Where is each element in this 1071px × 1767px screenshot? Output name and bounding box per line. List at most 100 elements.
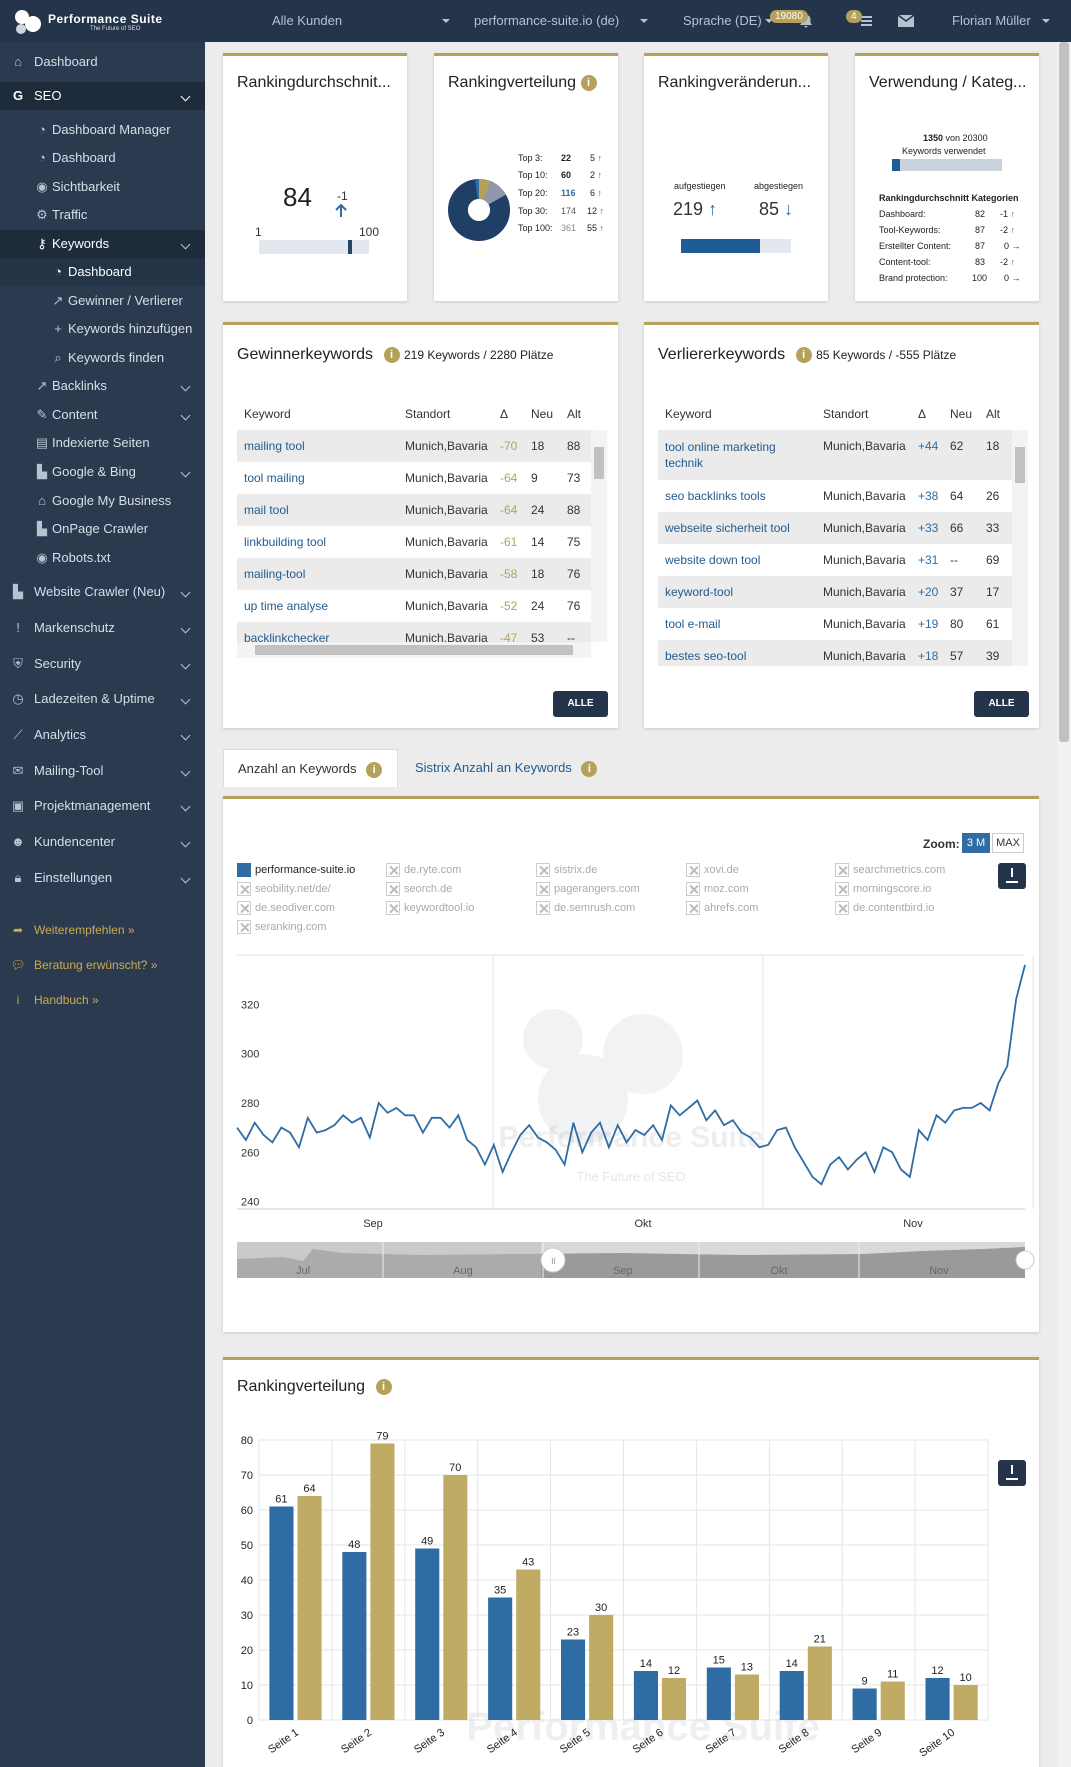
table-row[interactable]: webseite sicherheit tool Munich,Bavaria +3… — [658, 512, 1012, 544]
losers-all-button[interactable]: ALLE — [974, 691, 1029, 717]
bar[interactable] — [880, 1681, 905, 1721]
column-header[interactable]: Neu — [950, 407, 972, 421]
page-scrollbar-thumb[interactable] — [1059, 42, 1069, 742]
legend-item[interactable]: de.seodiver.com — [237, 901, 335, 915]
legend-item[interactable]: seorch.de — [386, 882, 452, 896]
sidebar-item-kundencenter[interactable]: ☻ Kundencenter — [0, 828, 205, 856]
keyword-link[interactable]: website down tool — [665, 553, 760, 567]
bar[interactable] — [297, 1496, 322, 1720]
user-menu[interactable]: Florian Müller — [952, 13, 1031, 28]
legend-item[interactable]: seobility.net/de/ — [237, 882, 331, 896]
legend-item[interactable]: sistrix.de — [536, 863, 597, 877]
keyword-link[interactable]: bestes seo-tool — [665, 649, 746, 663]
scrollbar-thumb[interactable] — [594, 447, 604, 479]
bar[interactable] — [734, 1674, 759, 1721]
legend-item[interactable]: de.contentbird.io — [835, 901, 934, 915]
column-header[interactable]: Δ — [918, 407, 926, 421]
bar[interactable] — [269, 1506, 294, 1721]
bar[interactable] — [706, 1667, 731, 1721]
tab-anzahl-keywords[interactable]: Anzahl an Keywords i — [223, 749, 398, 787]
legend-item[interactable]: morningscore.io — [835, 882, 931, 896]
sidebar-item-keywords-hinzufuegen[interactable]: + Keywords hinzufügen — [0, 315, 205, 343]
sidebar-item-seo[interactable]: G SEO — [0, 82, 205, 110]
sidebar-link-handbuch[interactable]: i Handbuch » — [0, 986, 205, 1014]
navigator-handle-right[interactable] — [1015, 1250, 1035, 1270]
keyword-link[interactable]: tool e-mail — [665, 617, 720, 631]
sidebar-item-security[interactable]: ⛨ Security — [0, 650, 205, 678]
info-icon[interactable]: i — [366, 761, 383, 778]
sidebar-link-weiterempfehlen[interactable]: ➦ Weiterempfehlen » — [0, 916, 205, 944]
info-icon[interactable]: i — [795, 346, 812, 363]
column-header[interactable]: Keyword — [665, 407, 712, 421]
sidebar-item-ladezeiten[interactable]: ◷ Ladezeiten & Uptime — [0, 685, 205, 713]
sidebar-item-mailing-tool[interactable]: ✉ Mailing-Tool — [0, 757, 205, 785]
brand-logo[interactable]: Performance Suite The Future of SEO — [12, 8, 197, 36]
legend-item[interactable]: moz.com — [686, 882, 749, 896]
legend-item[interactable]: performance-suite.io — [237, 863, 355, 877]
keyword-link[interactable]: tool online marketing technik — [665, 439, 805, 471]
table-scrollbar-horizontal[interactable] — [237, 642, 591, 658]
bar[interactable] — [953, 1685, 978, 1720]
column-header[interactable]: Δ — [500, 407, 508, 421]
bar[interactable] — [925, 1678, 950, 1720]
sidebar-item-analytics[interactable]: ⟋ Analytics — [0, 721, 205, 749]
language-select[interactable]: Sprache (DE) — [683, 13, 762, 28]
keyword-link[interactable]: tool mailing — [244, 471, 305, 485]
table-scrollbar-vertical[interactable] — [1012, 430, 1028, 666]
table-row[interactable]: backlinkchecker Munich,Bavaria -47 53 -- — [237, 622, 591, 642]
info-icon[interactable]: i — [383, 346, 400, 363]
legend-item[interactable]: xovi.de — [686, 863, 739, 877]
keyword-link[interactable]: mailing tool — [244, 439, 305, 453]
sidebar-link-beratung[interactable]: 💬︎ Beratung erwünscht? » — [0, 951, 205, 979]
bar[interactable] — [415, 1548, 440, 1721]
winners-all-button[interactable]: ALLE — [553, 691, 608, 717]
keyword-link[interactable]: seo backlinks tools — [665, 489, 766, 503]
zoom-3m-button[interactable]: 3 M — [962, 833, 990, 853]
sidebar-item-traffic[interactable]: ⚙ Traffic — [0, 201, 205, 229]
mail-icon[interactable] — [898, 15, 914, 27]
sidebar-item-backlinks[interactable]: ↗ Backlinks — [0, 372, 205, 400]
table-row[interactable]: mailing tool Munich,Bavaria -70 18 88 — [237, 430, 591, 462]
column-header[interactable]: Alt — [567, 407, 581, 421]
sidebar-item-indexierte-seiten[interactable]: ▤ Indexierte Seiten — [0, 429, 205, 457]
bar[interactable] — [852, 1688, 877, 1721]
table-scrollbar-vertical[interactable] — [591, 430, 607, 642]
sidebar-item-keywords-finden[interactable]: ⌕ Keywords finden — [0, 344, 205, 372]
info-icon[interactable]: i — [580, 74, 597, 91]
sidebar-item-website-crawler[interactable]: ▙ Website Crawler (Neu) — [0, 578, 205, 606]
legend-item[interactable]: ahrefs.com — [686, 901, 758, 915]
info-icon[interactable]: i — [375, 1378, 392, 1395]
keyword-link[interactable]: up time analyse — [244, 599, 328, 613]
legend-item[interactable]: de.ryte.com — [386, 863, 461, 877]
customer-select[interactable]: Alle Kunden — [272, 13, 342, 28]
sidebar-item-dashboard-manager[interactable]: ◔ Dashboard Manager — [0, 116, 205, 144]
download-icon[interactable] — [998, 863, 1026, 889]
tab-sistrix-anzahl-keywords[interactable]: Sistrix Anzahl an Keywords i — [401, 749, 601, 787]
bar[interactable] — [633, 1671, 658, 1720]
bar[interactable] — [589, 1615, 614, 1720]
table-row[interactable]: seo backlinks tools Munich,Bavaria +38 64 26 — [658, 480, 1012, 512]
scrollbar-thumb[interactable] — [1015, 447, 1025, 483]
bar[interactable] — [342, 1552, 367, 1720]
legend-item[interactable]: seranking.com — [237, 920, 327, 934]
keyword-link[interactable]: mail tool — [244, 503, 289, 517]
table-row[interactable]: bestes seo-tool Munich,Bavaria +18 57 39 — [658, 640, 1012, 666]
sidebar-item-einstellungen[interactable]: 🔒︎ Einstellungen — [0, 864, 205, 892]
sidebar-item-keywords-dashboard[interactable]: ◔ Dashboard — [0, 258, 205, 286]
scrollbar-thumb[interactable] — [255, 645, 573, 655]
bar[interactable] — [561, 1639, 586, 1721]
legend-item[interactable]: de.semrush.com — [536, 901, 635, 915]
table-row[interactable]: tool mailing Munich,Bavaria -64 9 73 — [237, 462, 591, 494]
column-header[interactable]: Standort — [823, 407, 868, 421]
bar[interactable] — [661, 1678, 686, 1720]
zoom-max-button[interactable]: MAX — [992, 833, 1024, 853]
table-row[interactable]: tool e-mail Munich,Bavaria +19 80 61 — [658, 608, 1012, 640]
column-header[interactable]: Standort — [405, 407, 450, 421]
keyword-link[interactable]: backlinkchecker — [244, 631, 329, 642]
bar[interactable] — [370, 1443, 395, 1721]
table-row[interactable]: linkbuilding tool Munich,Bavaria -61 14 75 — [237, 526, 591, 558]
sidebar-item-robots-txt[interactable]: ◉ Robots.txt — [0, 544, 205, 572]
sidebar-item-dashboard[interactable]: ⌂ Dashboard — [0, 48, 205, 76]
sidebar-item-seo-dashboard[interactable]: ◔ Dashboard — [0, 144, 205, 172]
column-header[interactable]: Neu — [531, 407, 553, 421]
